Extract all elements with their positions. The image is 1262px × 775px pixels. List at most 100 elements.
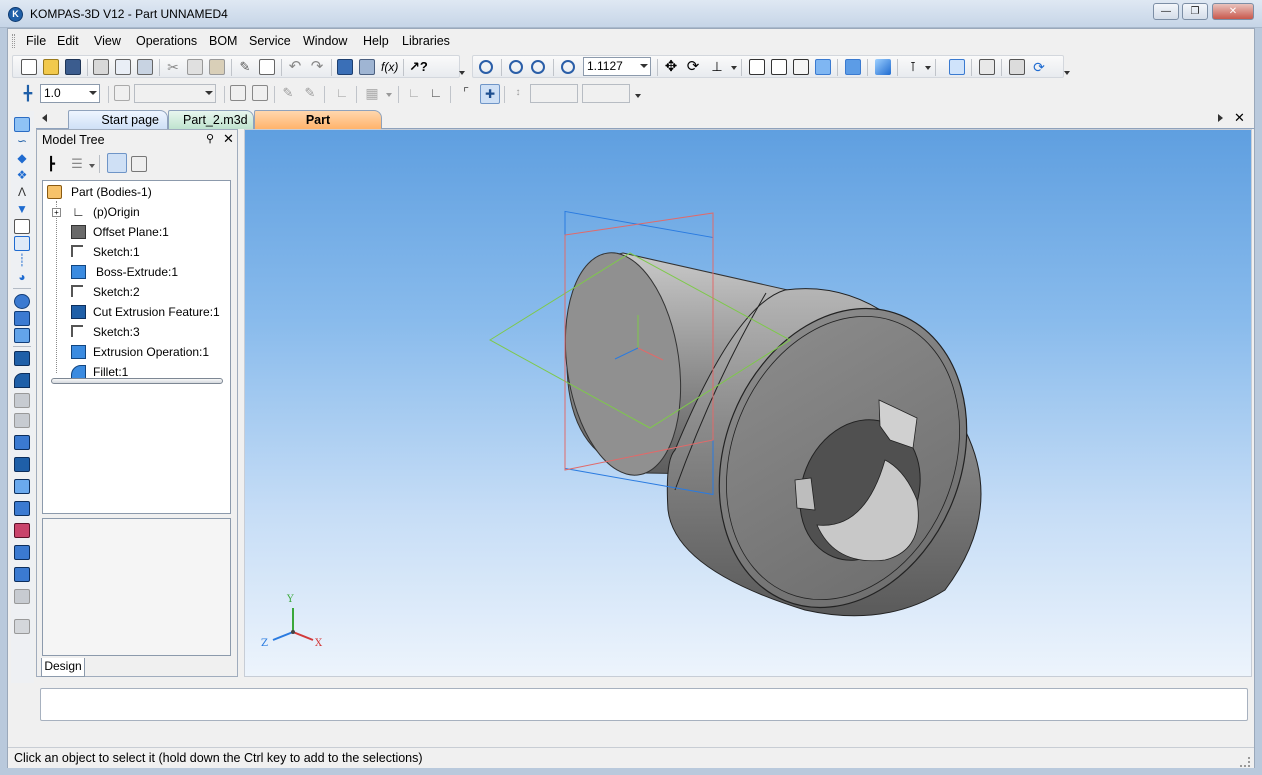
cursor-snap-icon[interactable]: ✚ (480, 84, 500, 104)
draft-icon[interactable] (14, 479, 30, 494)
tab-design[interactable]: Design (41, 658, 85, 677)
redo-icon[interactable]: ↷ (309, 59, 325, 75)
arrays-icon[interactable]: ❖ (14, 168, 30, 183)
chamfer-icon[interactable] (14, 435, 30, 450)
fillet-tool-icon[interactable] (14, 373, 30, 388)
menu-edit[interactable]: Edit (53, 33, 83, 49)
local-cs-icon[interactable] (230, 85, 246, 101)
properties-list-icon[interactable] (259, 59, 275, 75)
chevron-down-icon[interactable] (89, 91, 97, 95)
menu-operations[interactable]: Operations (132, 33, 201, 49)
editing-part-icon[interactable] (14, 117, 30, 132)
save-icon[interactable] (65, 59, 81, 75)
close-panel-icon[interactable]: ✕ (223, 131, 234, 147)
close-window-button[interactable]: ✕ (1212, 3, 1254, 20)
toolbar-overflow-chevron-icon[interactable] (1064, 71, 1070, 75)
wireframe-icon[interactable] (749, 59, 765, 75)
chevron-down-icon[interactable] (731, 66, 737, 70)
toolbar-overflow-chevron-icon[interactable] (459, 71, 465, 75)
show-all-icon[interactable] (949, 59, 965, 75)
layer-state-icon[interactable] (114, 85, 130, 101)
resize-grip-icon[interactable] (1240, 757, 1250, 767)
hidden-lines-visible-icon[interactable] (771, 59, 787, 75)
pan-icon[interactable]: ✥ (663, 59, 679, 75)
new-document-icon[interactable] (21, 59, 37, 75)
tree-document-icon[interactable] (107, 153, 127, 173)
kompas-app-icon[interactable]: K (8, 7, 23, 22)
restore-button[interactable]: ❐ (1182, 3, 1208, 20)
zoom-window-icon[interactable] (479, 60, 493, 74)
open-folder-icon[interactable] (43, 59, 59, 75)
model-viewport[interactable]: Y X Z (244, 129, 1252, 677)
mirror-icon[interactable] (14, 545, 30, 560)
shaded-with-edges-icon[interactable] (845, 59, 861, 75)
chevron-down-icon[interactable] (640, 64, 648, 68)
rebuild-icon[interactable] (1009, 59, 1025, 75)
model-view-canvas[interactable] (245, 130, 1252, 677)
tabs-scroll-right-icon[interactable] (1218, 114, 1223, 122)
property-bar[interactable] (40, 688, 1248, 721)
menu-window[interactable]: Window (299, 33, 351, 49)
chevron-down-icon[interactable] (386, 93, 392, 97)
menu-libraries[interactable]: Libraries (398, 33, 454, 49)
snap-icon[interactable]: ∟ (406, 85, 422, 101)
menu-file[interactable]: File (22, 33, 50, 49)
chevron-down-icon[interactable] (925, 66, 931, 70)
layers-icon[interactable] (359, 59, 375, 75)
orientation-icon[interactable]: ⊥ (709, 59, 725, 75)
step-icon[interactable]: ⌜ (458, 85, 474, 101)
dimensions-icon[interactable]: ┊ (14, 253, 30, 268)
document-properties-icon[interactable] (137, 59, 153, 75)
paste-icon[interactable] (209, 59, 225, 75)
hidden-lines-removed-icon[interactable] (793, 59, 809, 75)
tree-horizontal-scrollbar[interactable] (51, 378, 223, 384)
copy-icon[interactable] (187, 59, 203, 75)
plane-orientation-icon[interactable] (252, 85, 268, 101)
tab-part-2[interactable]: Part_2.m3d (168, 110, 254, 129)
edit-sketch-icon[interactable]: ✎ (302, 85, 318, 101)
menu-bom[interactable]: BOM (205, 33, 241, 49)
spatial-curves-icon[interactable]: ∽ (14, 134, 30, 149)
shell-icon[interactable] (14, 393, 30, 408)
zoom-in-icon[interactable] (509, 60, 523, 74)
cursor-cs-icon[interactable]: ∟ (428, 85, 444, 101)
ortho-mode-icon[interactable]: ∟ (334, 85, 350, 101)
render-icon[interactable] (979, 59, 995, 75)
tab-part-unnamed4[interactable]: Part UNNAMED4 (254, 110, 382, 141)
cut-extrude-icon[interactable] (14, 351, 30, 366)
snap-grid-icon[interactable]: ╋ (20, 85, 36, 101)
tree-structure-icon[interactable]: ┣ (43, 156, 59, 172)
revolve-boss-icon[interactable] (14, 311, 30, 326)
chevron-down-icon[interactable] (205, 91, 213, 95)
perspective-icon[interactable] (875, 59, 891, 75)
surfaces-icon[interactable]: ◆ (14, 151, 30, 166)
filter-icon[interactable]: ⊺ (905, 59, 921, 75)
part-model[interactable] (552, 245, 1010, 645)
sweep-boss-icon[interactable] (14, 328, 30, 343)
shaded-icon[interactable] (815, 59, 831, 75)
extrude-boss-icon[interactable] (14, 294, 30, 309)
y-coordinate-field[interactable] (582, 84, 630, 103)
auxiliary-geometry-icon[interactable]: Λ (14, 185, 30, 200)
scale-icon[interactable] (14, 589, 30, 604)
tabs-scroll-left-icon[interactable] (42, 114, 47, 122)
format-painter-icon[interactable]: ✎ (237, 59, 253, 75)
print-preview-icon[interactable] (115, 59, 131, 75)
pattern-icon[interactable] (14, 567, 30, 582)
menu-help[interactable]: Help (359, 33, 393, 49)
filters-icon[interactable]: ▼ (14, 202, 30, 217)
undo-icon[interactable]: ↶ (287, 59, 303, 75)
menu-service[interactable]: Service (245, 33, 295, 49)
manager-icon[interactable] (337, 59, 353, 75)
hole-icon[interactable] (14, 457, 30, 472)
minimize-button[interactable]: — (1153, 3, 1179, 20)
help-pointer-icon[interactable]: ↗? (409, 59, 428, 75)
expand-icon[interactable]: + (52, 208, 61, 217)
reports-icon[interactable] (14, 236, 30, 251)
zoom-out-icon[interactable] (531, 60, 545, 74)
rotate-icon[interactable]: ⟳ (685, 59, 701, 75)
cut-icon[interactable]: ✂ (165, 59, 181, 75)
tab-start-page[interactable]: Start page (68, 110, 168, 129)
zoom-combo[interactable]: 1.1127 (583, 57, 651, 76)
specification-icon[interactable] (14, 219, 30, 234)
